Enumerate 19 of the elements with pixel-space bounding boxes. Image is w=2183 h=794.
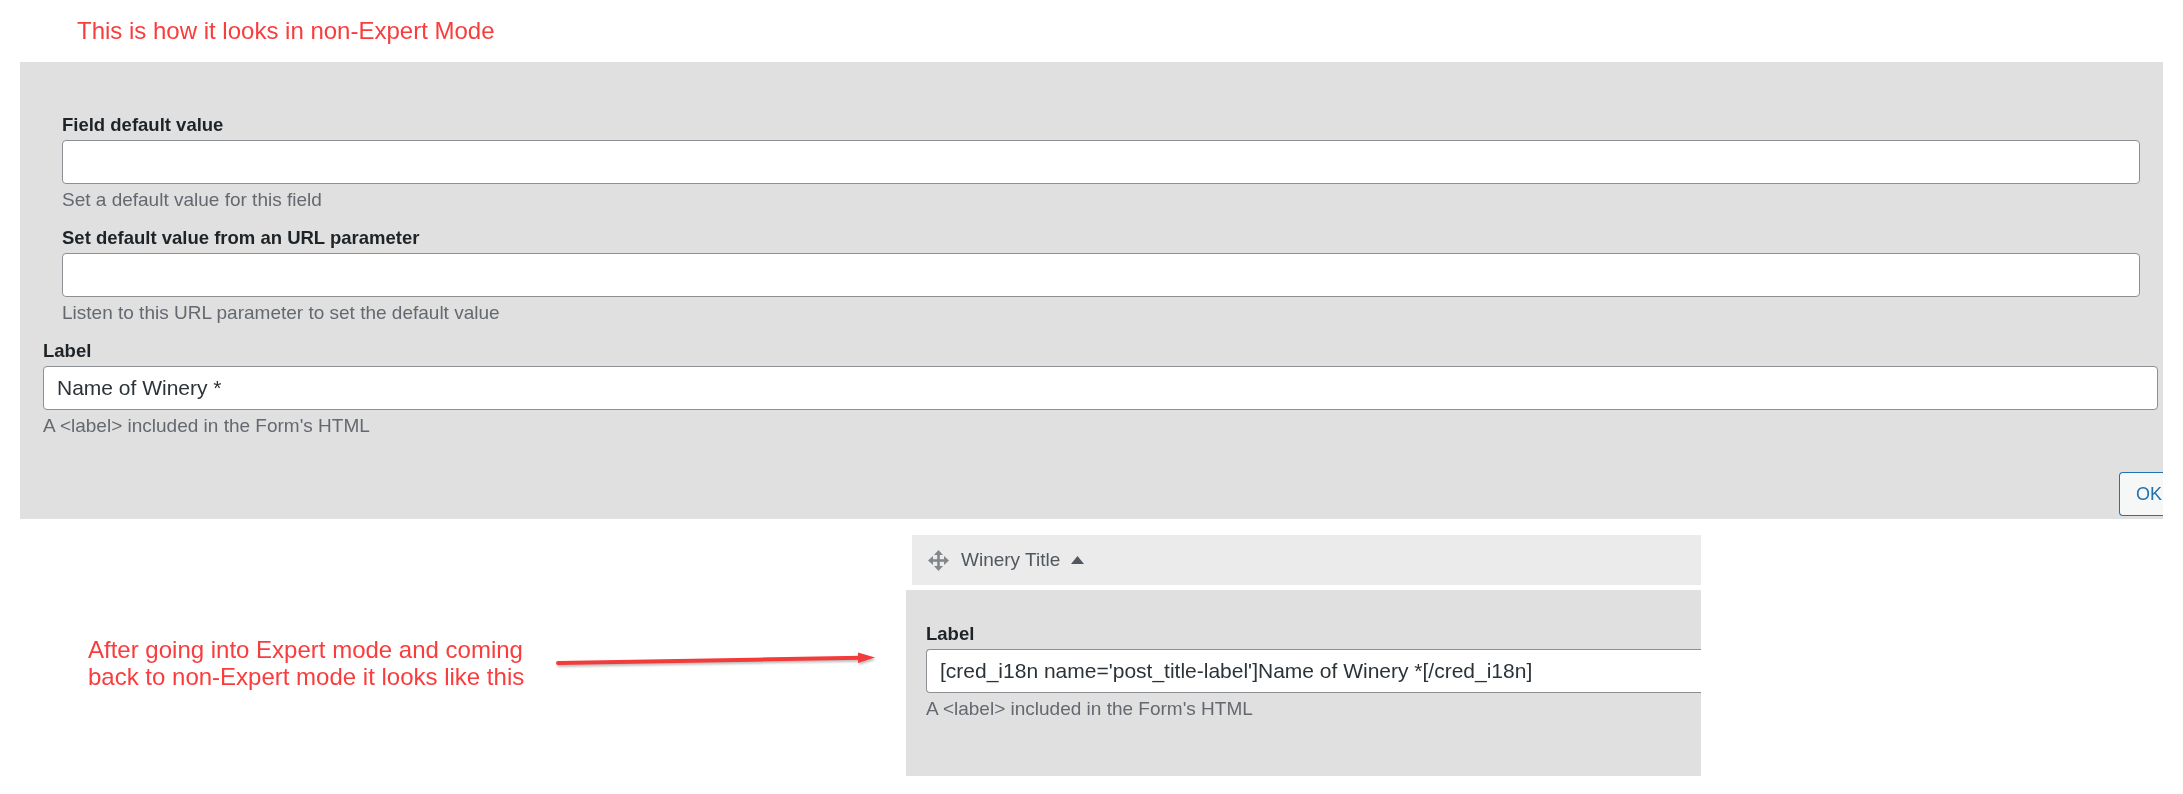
field-description: Set a default value for this field <box>62 189 322 211</box>
text-field[interactable] <box>62 253 2140 297</box>
card-title: Winery Title <box>961 549 1061 571</box>
move-icon[interactable] <box>928 549 949 571</box>
caret-icon[interactable] <box>1071 556 1085 564</box>
field-description: A <label> included in the Form's HTML <box>43 415 370 437</box>
field-description: Listen to this URL parameter to set the default value <box>62 302 500 324</box>
card-header[interactable]: Winery Title <box>912 535 1701 585</box>
field-label: Set default value from an URL parameter <box>62 227 420 249</box>
field-label: Label <box>926 623 975 645</box>
ok-button[interactable]: OK <box>2119 472 2163 516</box>
text-field[interactable]: Name of Winery * <box>43 366 2158 410</box>
annotation-text: This is how it looks in non-Expert Mode <box>77 17 495 44</box>
annotation-text: After going into Expert mode and coming back to non-Expert mode it looks like this <box>88 636 526 690</box>
field-label: Label <box>43 340 92 362</box>
text-field[interactable] <box>62 140 2140 184</box>
text-field[interactable]: [cred_i18n name='post_title-label']Name of Winery *[/cred_i18n] <box>926 649 1701 693</box>
field-description: A <label> included in the Form's HTML <box>926 698 1253 720</box>
field-label: Field default value <box>62 114 224 136</box>
